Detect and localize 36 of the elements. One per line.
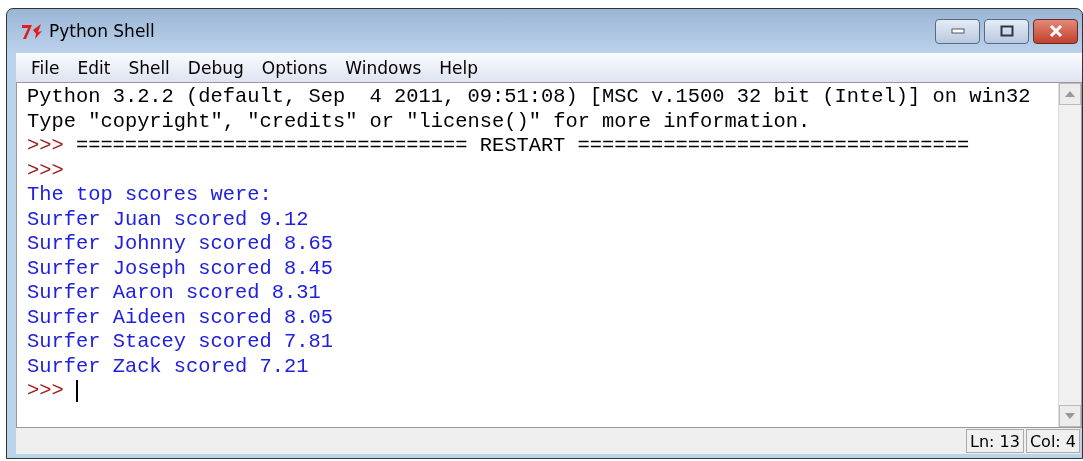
output-line: Python 3.2.2 (default, Sep 4 2011, 09:51:08) [MSC v.1500 32 bit (Intel)] on win32 [27,85,1031,110]
minimize-button[interactable] [935,18,980,44]
scroll-down-button[interactable] [1059,405,1081,427]
close-icon [1047,25,1064,37]
output-line: Surfer Johnny scored 8.65 [27,232,333,257]
menu-item[interactable]: Help [430,57,487,78]
column-number: Col: 4 [1025,429,1080,453]
output-line: Type "copyright", "credits" or "license()" for more information. [27,109,811,134]
output-line: Surfer Aaron scored 8.31 [27,281,321,306]
output-line: Surfer Stacey scored 7.81 [27,330,333,355]
maximize-icon [999,25,1014,37]
menu-item[interactable]: Options [252,57,337,78]
output-line: Surfer Zack scored 7.21 [27,354,309,379]
prompt: >>> [27,158,64,183]
prompt: >>> [27,379,64,404]
down-arrow-icon [1065,413,1075,419]
output-line: Surfer Joseph scored 8.45 [27,256,333,281]
window-title: Python Shell [49,21,155,41]
menu-item[interactable]: File [22,57,69,78]
close-button[interactable] [1033,18,1078,44]
text-cursor [75,380,78,403]
minimize-icon [950,28,965,34]
prompt: >>> [27,134,64,159]
menu-item[interactable]: Shell [119,57,179,78]
output-line: Surfer Aideen scored 8.05 [27,305,333,330]
output-line: Surfer Juan scored 9.12 [27,207,309,232]
menu-item[interactable]: Debug [178,57,253,78]
maximize-button[interactable] [984,18,1029,44]
line-number: Ln: 13 [966,429,1024,453]
output-line: ================================ RESTART ================================ [75,134,970,159]
scroll-up-button[interactable] [1059,83,1081,105]
menu-item[interactable]: Edit [68,57,120,78]
output-line: The top scores were: [27,183,272,208]
menu-item[interactable]: Windows [336,57,431,78]
scrollbar[interactable] [1058,83,1081,427]
up-arrow-icon [1065,91,1075,97]
